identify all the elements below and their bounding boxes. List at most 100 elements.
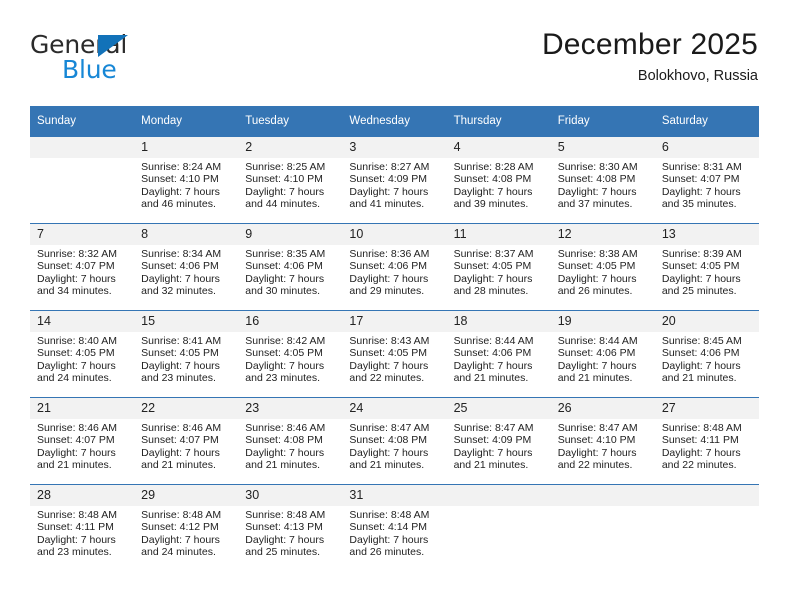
sunrise-time: Sunrise: 8:44 AM: [557, 335, 638, 347]
day-number: 15: [134, 311, 239, 332]
sunset-time: Sunset: 4:07 PM: [37, 260, 115, 273]
calendar-day-cell[interactable]: 26 Sunrise: 8:47 AM Sunset: 4:10 PM Dayligh…: [550, 397, 655, 485]
day-number: 1: [134, 137, 239, 158]
title-block: December 2025 Bolokhovo, Russia: [542, 28, 758, 84]
page-subtitle-location: Bolokhovo, Russia: [637, 67, 758, 84]
sunset-time: Sunset: 4:05 PM: [37, 347, 115, 360]
day-number: 10: [342, 224, 447, 245]
weekday-header-sunday: Sunday: [30, 106, 135, 137]
sunset-time: Sunset: 4:05 PM: [661, 260, 740, 273]
calendar-day-cell[interactable]: 5 Sunrise: 8:30 AM Sunset: 4:08 PM Daylight…: [550, 136, 655, 224]
day-sun-info: Sunrise: 8:48 AM Sunset: 4:13 PM Daylight:…: [238, 506, 342, 559]
calendar-day-cell[interactable]: 1 Sunrise: 8:24 AM Sunset: 4:10 PM Daylight…: [134, 136, 239, 224]
calendar-day-cell[interactable]: 18 Sunrise: 8:44 AM Sunset: 4:06 PM Dayligh…: [446, 310, 551, 398]
calendar-day-cell[interactable]: 20 Sunrise: 8:45 AM Sunset: 4:06 PM Dayligh…: [654, 310, 759, 398]
daylight-duration-line1: Daylight: 7 hours: [661, 272, 741, 285]
daylight-duration-line2: and 25 minutes.: [661, 285, 737, 298]
day-sun-info: Sunrise: 8:28 AM Sunset: 4:08 PM Daylight:…: [447, 158, 551, 211]
calendar-day-cell[interactable]: 12 Sunrise: 8:38 AM Sunset: 4:05 PM Dayligh…: [550, 223, 655, 311]
calendar-day-cell[interactable]: 15 Sunrise: 8:41 AM Sunset: 4:05 PM Dayligh…: [134, 310, 239, 398]
day-sun-info: Sunrise: 8:48 AM Sunset: 4:14 PM Daylight:…: [342, 506, 446, 559]
calendar-day-cell[interactable]: 21 Sunrise: 8:46 AM Sunset: 4:07 PM Dayligh…: [30, 397, 135, 485]
day-number: 17: [342, 311, 447, 332]
calendar-day-cell[interactable]: 31 Sunrise: 8:48 AM Sunset: 4:14 PM Dayligh…: [342, 484, 447, 571]
calendar-day-cell[interactable]: 3 Sunrise: 8:27 AM Sunset: 4:09 PM Daylight…: [342, 136, 447, 224]
daylight-duration-line1: Daylight: 7 hours: [349, 533, 429, 546]
day-sun-info: Sunrise: 8:30 AM Sunset: 4:08 PM Daylight:…: [551, 158, 655, 211]
daylight-duration-line1: Daylight: 7 hours: [141, 446, 220, 459]
sunset-time: Sunset: 4:05 PM: [245, 347, 323, 360]
calendar-day-cell[interactable]: 16 Sunrise: 8:42 AM Sunset: 4:05 PM Dayligh…: [238, 310, 343, 398]
calendar-day-cell[interactable]: 29 Sunrise: 8:48 AM Sunset: 4:12 PM Dayligh…: [134, 484, 239, 571]
daylight-duration-line1: Daylight: 7 hours: [349, 185, 429, 198]
calendar-day-cell[interactable]: 4 Sunrise: 8:28 AM Sunset: 4:08 PM Daylight…: [446, 136, 551, 224]
sunrise-time: Sunrise: 8:28 AM: [453, 161, 534, 173]
day-sun-info: Sunrise: 8:44 AM Sunset: 4:06 PM Daylight:…: [551, 332, 655, 385]
calendar-day-cell[interactable]: 17 Sunrise: 8:43 AM Sunset: 4:05 PM Dayligh…: [342, 310, 447, 398]
page-title: December 2025: [541, 28, 758, 61]
sunrise-time: Sunrise: 8:38 AM: [557, 248, 638, 260]
calendar-week-row: 1 Sunrise: 8:24 AM Sunset: 4:10 PM Daylight…: [30, 136, 759, 224]
sunrise-time: Sunrise: 8:35 AM: [245, 248, 326, 260]
daylight-duration-line1: Daylight: 7 hours: [141, 272, 220, 285]
daylight-duration-line2: and 21 minutes.: [557, 372, 633, 385]
sunset-time: Sunset: 4:06 PM: [349, 260, 428, 273]
calendar-day-cell[interactable]: 10 Sunrise: 8:36 AM Sunset: 4:06 PM Dayligh…: [342, 223, 447, 311]
calendar-day-cell[interactable]: 6 Sunrise: 8:31 AM Sunset: 4:07 PM Daylight…: [654, 136, 759, 224]
generalblue-logo: General Blue: [30, 32, 210, 94]
daylight-duration-line2: and 23 minutes.: [37, 546, 112, 559]
calendar-day-cell[interactable]: 27 Sunrise: 8:48 AM Sunset: 4:11 PM Dayligh…: [654, 397, 759, 485]
day-number: 5: [550, 137, 655, 158]
daylight-duration-line1: Daylight: 7 hours: [349, 359, 429, 372]
daylight-duration-line1: Daylight: 7 hours: [141, 185, 220, 198]
calendar-day-cell[interactable]: 30 Sunrise: 8:48 AM Sunset: 4:13 PM Dayligh…: [238, 484, 343, 571]
day-sun-info: Sunrise: 8:38 AM Sunset: 4:05 PM Daylight:…: [551, 245, 655, 298]
calendar-grid: Sunday Monday Tuesday Wednesday Thursday Frid…: [30, 106, 759, 571]
calendar-day-cell[interactable]: 7 Sunrise: 8:32 AM Sunset: 4:07 PM Daylight…: [30, 223, 135, 311]
day-number: 26: [550, 398, 655, 419]
day-number: 30: [238, 485, 343, 506]
daylight-duration-line2: and 24 minutes.: [141, 546, 216, 559]
day-number: 19: [550, 311, 655, 332]
calendar-day-cell[interactable]: 11 Sunrise: 8:37 AM Sunset: 4:05 PM Dayligh…: [446, 223, 551, 311]
day-sun-info: Sunrise: 8:46 AM Sunset: 4:07 PM Daylight:…: [134, 419, 238, 472]
day-number: 2: [238, 137, 343, 158]
day-sun-info: Sunrise: 8:41 AM Sunset: 4:05 PM Daylight:…: [134, 332, 238, 385]
daylight-duration-line2: and 46 minutes.: [141, 198, 216, 211]
daylight-duration-line2: and 32 minutes.: [141, 285, 216, 298]
calendar-day-cell[interactable]: 19 Sunrise: 8:44 AM Sunset: 4:06 PM Dayligh…: [550, 310, 655, 398]
sunset-time: Sunset: 4:08 PM: [245, 434, 323, 447]
daylight-duration-line1: Daylight: 7 hours: [141, 359, 220, 372]
calendar-day-cell[interactable]: 8 Sunrise: 8:34 AM Sunset: 4:06 PM Daylight…: [134, 223, 239, 311]
sunset-time: Sunset: 4:11 PM: [37, 521, 114, 534]
calendar-day-cell[interactable]: 22 Sunrise: 8:46 AM Sunset: 4:07 PM Dayligh…: [134, 397, 239, 485]
calendar-day-cell[interactable]: 9 Sunrise: 8:35 AM Sunset: 4:06 PM Daylight…: [238, 223, 343, 311]
weekday-header-friday: Friday: [550, 106, 655, 137]
day-number: [550, 485, 655, 506]
calendar-header-row: Sunday Monday Tuesday Wednesday Thursday Frid…: [30, 106, 759, 137]
daylight-duration-line2: and 34 minutes.: [37, 285, 112, 298]
calendar-day-cell[interactable]: 24 Sunrise: 8:47 AM Sunset: 4:08 PM Dayligh…: [342, 397, 447, 485]
calendar-day-cell[interactable]: 2 Sunrise: 8:25 AM Sunset: 4:10 PM Daylight…: [238, 136, 343, 224]
weekday-header-thursday: Thursday: [446, 106, 551, 137]
daylight-duration-line1: Daylight: 7 hours: [245, 446, 325, 459]
day-sun-info: Sunrise: 8:40 AM Sunset: 4:05 PM Daylight:…: [30, 332, 134, 385]
calendar-day-cell[interactable]: 28 Sunrise: 8:48 AM Sunset: 4:11 PM Dayligh…: [30, 484, 135, 571]
daylight-duration-line2: and 21 minutes.: [245, 459, 320, 472]
daylight-duration-line2: and 28 minutes.: [453, 285, 529, 298]
sunrise-time: Sunrise: 8:43 AM: [349, 335, 430, 347]
daylight-duration-line1: Daylight: 7 hours: [453, 185, 533, 198]
calendar-day-cell[interactable]: 14 Sunrise: 8:40 AM Sunset: 4:05 PM Dayligh…: [30, 310, 135, 398]
sunset-time: Sunset: 4:07 PM: [37, 434, 115, 447]
sunset-time: Sunset: 4:05 PM: [453, 260, 532, 273]
calendar-day-cell[interactable]: 13 Sunrise: 8:39 AM Sunset: 4:05 PM Dayligh…: [654, 223, 759, 311]
sunset-time: Sunset: 4:10 PM: [245, 173, 323, 186]
daylight-duration-line2: and 21 minutes.: [453, 459, 529, 472]
calendar-day-cell[interactable]: 23 Sunrise: 8:46 AM Sunset: 4:08 PM Dayligh…: [238, 397, 343, 485]
calendar-day-cell[interactable]: 25 Sunrise: 8:47 AM Sunset: 4:09 PM Dayligh…: [446, 397, 551, 485]
daylight-duration-line2: and 21 minutes.: [453, 372, 529, 385]
daylight-duration-line2: and 21 minutes.: [141, 459, 216, 472]
day-sun-info: Sunrise: 8:48 AM Sunset: 4:11 PM Daylight:…: [30, 506, 134, 559]
day-number: 14: [30, 311, 135, 332]
day-number: 13: [654, 224, 759, 245]
